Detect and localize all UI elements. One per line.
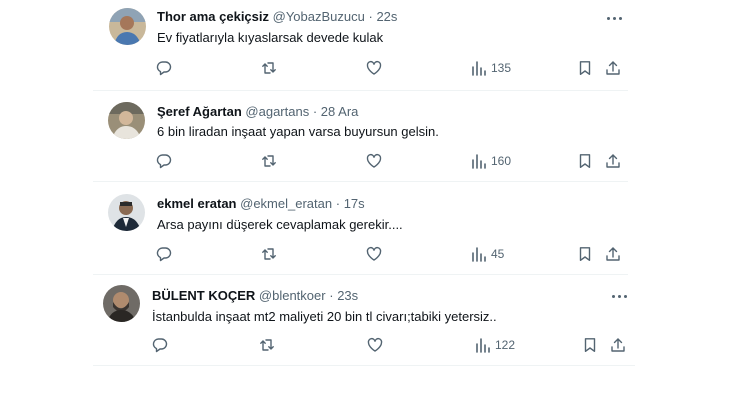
- views-count: 45: [491, 247, 505, 261]
- separator-dot: ·: [368, 9, 373, 24]
- retweet-icon: [260, 339, 274, 351]
- author-handle[interactable]: @agartans: [245, 104, 309, 119]
- share-button[interactable]: [610, 337, 626, 353]
- bookmark-icon: [584, 338, 596, 352]
- avatar[interactable]: [108, 194, 145, 231]
- tweet-text: Ev fiyatlarıyla kıyaslarsak devede kulak: [157, 30, 384, 45]
- share-button[interactable]: [605, 153, 621, 169]
- bookmark-icon: [579, 154, 591, 168]
- like-button[interactable]: [366, 60, 382, 76]
- bookmark-icon: [579, 61, 591, 75]
- tweet[interactable]: Thor ama çekiçsiz @YobazBuzucu · 22s Ev …: [93, 0, 628, 91]
- more-icon[interactable]: [605, 11, 623, 25]
- like-icon: [367, 337, 383, 352]
- views-button[interactable]: 122: [475, 337, 515, 353]
- author-name[interactable]: BÜLENT KOÇER: [152, 288, 255, 303]
- like-button[interactable]: [366, 153, 382, 169]
- tweet[interactable]: Şeref Ağartan @agartans · 28 Ara 6 bin l…: [93, 91, 628, 182]
- tweet-text: 6 bin liradan inşaat yapan varsa buyursu…: [157, 124, 439, 139]
- separator-dot: ·: [329, 288, 334, 303]
- share-button[interactable]: [605, 60, 621, 76]
- timestamp[interactable]: 17s: [344, 196, 365, 211]
- retweet-icon: [262, 248, 276, 260]
- views-icon: [472, 61, 486, 76]
- share-button[interactable]: [605, 246, 621, 262]
- bookmark-button[interactable]: [582, 337, 598, 353]
- bookmark-icon: [579, 247, 591, 261]
- like-icon: [366, 60, 382, 75]
- retweet-button[interactable]: [259, 337, 275, 353]
- bookmark-button[interactable]: [577, 246, 593, 262]
- more-icon[interactable]: [610, 289, 628, 303]
- timestamp[interactable]: 23s: [337, 288, 358, 303]
- like-button[interactable]: [366, 246, 382, 262]
- avatar[interactable]: [109, 8, 146, 45]
- tweet[interactable]: ekmel eratan @ekmel_eratan · 17s Arsa pa…: [93, 182, 628, 275]
- timestamp[interactable]: 22s: [376, 9, 397, 24]
- views-icon: [476, 338, 490, 353]
- reply-button[interactable]: [156, 246, 172, 262]
- like-icon: [366, 153, 382, 168]
- reply-button[interactable]: [152, 337, 168, 353]
- views-count: 122: [495, 338, 516, 352]
- avatar[interactable]: [108, 102, 145, 139]
- author-handle[interactable]: @blentkoer: [259, 288, 326, 303]
- like-button[interactable]: [367, 337, 383, 353]
- views-count: 160: [491, 154, 512, 168]
- separator-dot: ·: [335, 196, 341, 211]
- tweet-text: İstanbulda inşaat mt2 maliyeti 20 bin tl…: [152, 309, 497, 324]
- reply-icon: [156, 154, 172, 169]
- bookmark-button[interactable]: [577, 153, 593, 169]
- bookmark-button[interactable]: [577, 60, 593, 76]
- views-button[interactable]: 135: [471, 60, 511, 76]
- views-button[interactable]: 45: [471, 246, 504, 262]
- tweet-text: Arsa payını düşerek cevaplamak gerekir..…: [157, 217, 403, 232]
- reply-icon: [152, 338, 168, 353]
- share-icon: [606, 154, 620, 168]
- retweet-button[interactable]: [261, 246, 277, 262]
- share-icon: [611, 338, 625, 352]
- retweet-button[interactable]: [261, 153, 277, 169]
- views-count: 135: [491, 61, 512, 75]
- views-button[interactable]: 160: [471, 153, 511, 169]
- author-name[interactable]: Thor ama çekiçsiz: [157, 9, 269, 24]
- retweet-icon: [262, 62, 276, 74]
- author-name[interactable]: ekmel eratan: [157, 196, 237, 211]
- author-handle[interactable]: @YobazBuzucu: [273, 9, 365, 24]
- like-icon: [366, 246, 382, 261]
- reply-button[interactable]: [156, 153, 172, 169]
- share-icon: [606, 61, 620, 75]
- separator-dot: ·: [312, 104, 318, 119]
- views-icon: [472, 154, 486, 169]
- reply-button[interactable]: [156, 60, 172, 76]
- retweet-button[interactable]: [261, 60, 277, 76]
- views-icon: [472, 247, 486, 262]
- avatar[interactable]: [103, 285, 140, 322]
- reply-icon: [156, 247, 172, 262]
- author-name[interactable]: Şeref Ağartan: [157, 104, 242, 119]
- author-handle[interactable]: @ekmel_eratan: [240, 196, 332, 211]
- reply-icon: [156, 61, 172, 76]
- share-icon: [606, 247, 620, 261]
- timestamp[interactable]: 28 Ara: [321, 104, 359, 119]
- retweet-icon: [262, 155, 276, 167]
- tweet[interactable]: BÜLENT KOÇER @blentkoer · 23s İstanbulda…: [93, 275, 635, 366]
